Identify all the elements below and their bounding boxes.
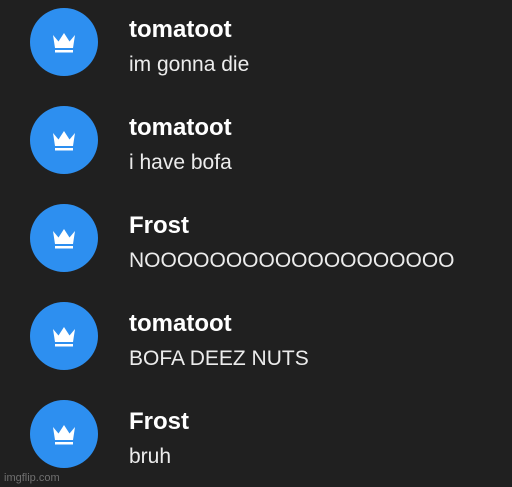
message-text: BOFA DEEZ NUTS — [129, 347, 309, 370]
crown-icon — [53, 131, 75, 151]
crown-icon — [53, 229, 75, 249]
message-author[interactable]: tomatoot — [129, 308, 232, 340]
message-author[interactable]: tomatoot — [129, 14, 232, 46]
message-author[interactable]: Frost — [129, 210, 189, 242]
crown-icon — [53, 327, 75, 347]
message-item: Frost bruh — [0, 392, 512, 487]
message-text: i have bofa — [129, 151, 232, 174]
avatar[interactable] — [30, 8, 98, 76]
avatar[interactable] — [30, 400, 98, 468]
crown-icon — [53, 33, 75, 53]
message-text: im gonna die — [129, 53, 250, 76]
avatar[interactable] — [30, 302, 98, 370]
message-item: Frost NOOOOOOOOOOOOOOOOOOO — [0, 196, 512, 292]
message-item: tomatoot i have bofa — [0, 98, 512, 194]
avatar[interactable] — [30, 204, 98, 272]
chat-screenshot: tomatoot im gonna die tomatoot i have bo… — [0, 0, 512, 487]
message-author[interactable]: Frost — [129, 406, 189, 438]
message-item: tomatoot im gonna die — [0, 0, 512, 96]
message-text: bruh — [129, 445, 172, 468]
avatar[interactable] — [30, 106, 98, 174]
message-text: NOOOOOOOOOOOOOOOOOOO — [129, 249, 455, 272]
crown-icon — [53, 425, 75, 445]
message-author[interactable]: tomatoot — [129, 112, 232, 144]
message-item: tomatoot BOFA DEEZ NUTS — [0, 294, 512, 390]
watermark: imgflip.com — [4, 472, 60, 484]
